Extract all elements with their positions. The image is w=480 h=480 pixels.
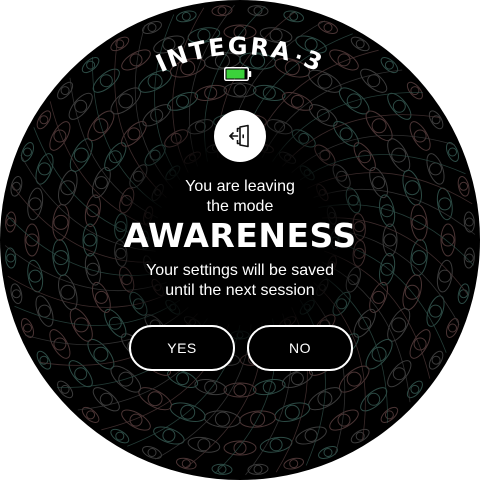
no-button[interactable]: NO: [247, 325, 353, 371]
mode-name: AWARENESS: [123, 216, 357, 255]
leaving-line-1: You are leaving: [185, 178, 295, 195]
watch-face: INTEGRA·3 You are leaving the mode AWARE…: [0, 0, 480, 480]
note-line-1: Your settings will be saved: [146, 262, 334, 279]
leaving-line-2: the mode: [206, 198, 274, 215]
battery-icon: [224, 67, 252, 81]
note-line-2: until the next session: [165, 282, 315, 299]
exit-mode-button[interactable]: [214, 110, 266, 162]
yes-button[interactable]: YES: [129, 325, 235, 371]
door-exit-icon: [229, 124, 249, 148]
